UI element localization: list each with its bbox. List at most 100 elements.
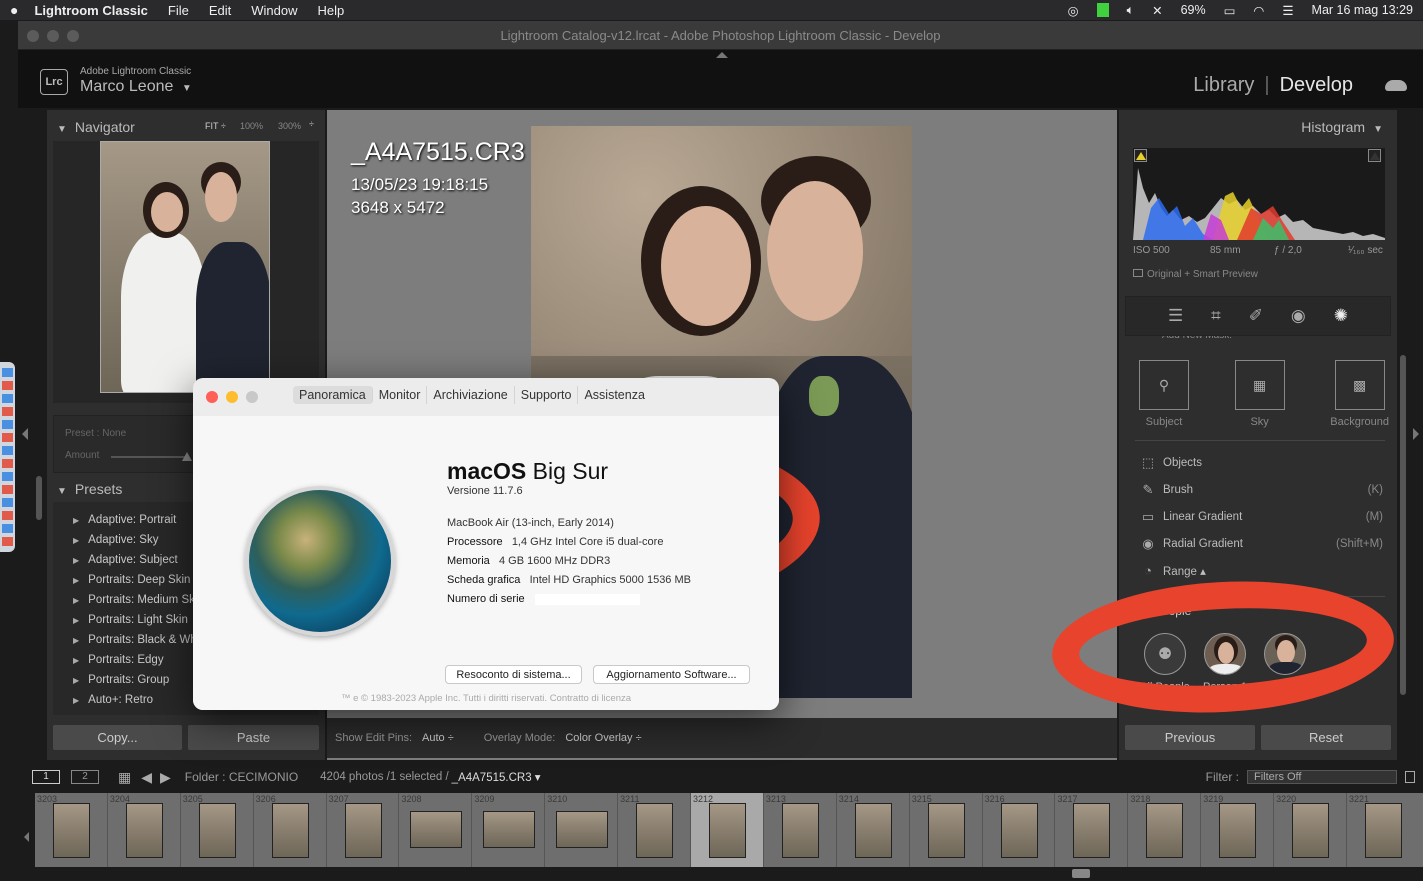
- paste-button[interactable]: Paste: [188, 725, 319, 750]
- volume-icon[interactable]: 🔈︎: [1127, 3, 1135, 18]
- filmstrip-cell[interactable]: 3220: [1274, 793, 1348, 867]
- filmstrip-cell[interactable]: 3218: [1128, 793, 1202, 867]
- histogram-header[interactable]: Histogram ▼: [1301, 119, 1383, 135]
- mask-objects[interactable]: ⬚ Objects: [1139, 449, 1383, 476]
- filmstrip-left-arrow[interactable]: [24, 832, 29, 842]
- filmstrip-cell[interactable]: 3211: [618, 793, 692, 867]
- zoom-fit[interactable]: FIT ÷: [205, 121, 226, 131]
- panel-collapse-top[interactable]: [716, 52, 728, 58]
- menu-file[interactable]: File: [168, 3, 189, 18]
- copy-button[interactable]: Copy...: [53, 725, 182, 750]
- right-scrollbar[interactable]: [1400, 355, 1406, 695]
- navigator-thumbnail[interactable]: [100, 141, 270, 393]
- menu-edit[interactable]: Edit: [209, 3, 231, 18]
- preset-item[interactable]: ▶ Adaptive: Subject: [73, 550, 193, 570]
- preset-item[interactable]: ▶ Portraits: Light Skin: [73, 610, 193, 630]
- filmstrip-cell-selected[interactable]: 3212: [691, 793, 764, 867]
- left-panel-toggle[interactable]: [22, 428, 28, 440]
- previous-button[interactable]: Previous: [1125, 725, 1255, 750]
- back-arrow-icon[interactable]: ◀: [141, 769, 152, 786]
- dialog-minimize-button[interactable]: [226, 391, 238, 403]
- clock[interactable]: Mar 16 mag 13:29: [1312, 3, 1413, 17]
- zoom-stepper-icon[interactable]: ÷: [309, 119, 314, 129]
- selected-file-menu[interactable]: _A4A7515.CR3 ▾: [452, 770, 541, 784]
- histogram-graph[interactable]: [1133, 148, 1385, 240]
- tab-supporto[interactable]: Supporto: [515, 386, 579, 404]
- overlay-mode-select[interactable]: Color Overlay ÷: [565, 732, 641, 744]
- mask-radial-gradient[interactable]: ◉ Radial Gradient (Shift+M): [1139, 530, 1383, 557]
- filmstrip-cell[interactable]: 3210: [545, 793, 619, 867]
- wifi-icon[interactable]: ◠: [1253, 3, 1264, 18]
- filmstrip-cell[interactable]: 3217: [1055, 793, 1129, 867]
- bluetooth-icon[interactable]: ✕: [1152, 3, 1162, 18]
- red-eye-icon[interactable]: ◉: [1291, 306, 1306, 326]
- mask-sky[interactable]: ▦ Sky: [1234, 360, 1285, 428]
- navigator-header[interactable]: ▼ Navigator: [57, 119, 135, 135]
- module-develop[interactable]: Develop: [1280, 74, 1353, 97]
- filter-select[interactable]: Filters Off: [1247, 770, 1397, 784]
- cloud-icon[interactable]: [1385, 80, 1407, 91]
- view-2-button[interactable]: 2: [71, 770, 99, 784]
- preset-item[interactable]: ▶ Portraits: Edgy: [73, 650, 193, 670]
- tab-panoramica[interactable]: Panoramica: [293, 386, 373, 404]
- preset-item[interactable]: ▶ Portraits: Black & Wh: [73, 630, 193, 650]
- software-update-button[interactable]: Aggiornamento Software...: [593, 665, 750, 684]
- mask-background[interactable]: ▩ Background: [1330, 360, 1389, 428]
- filmstrip-cell[interactable]: 3207: [326, 793, 400, 867]
- filter-lock-icon[interactable]: [1405, 771, 1415, 783]
- presets-header[interactable]: ▼ Presets: [57, 481, 122, 497]
- filmstrip-cell[interactable]: 3215: [909, 793, 983, 867]
- preset-item[interactable]: ▶ Auto+: Retro: [73, 690, 193, 710]
- menu-app[interactable]: Lightroom Classic: [34, 3, 147, 18]
- forward-arrow-icon[interactable]: ▶: [160, 769, 171, 786]
- tab-archiviazione[interactable]: Archiviazione: [427, 386, 515, 404]
- shadow-clipping-toggle[interactable]: [1134, 149, 1147, 162]
- zoom-100[interactable]: 100%: [240, 121, 263, 131]
- filmstrip-cell[interactable]: 3204: [107, 793, 181, 867]
- left-scrollbar[interactable]: [36, 476, 42, 520]
- mask-linear-gradient[interactable]: ▭ Linear Gradient (M): [1139, 503, 1383, 530]
- apple-icon[interactable]: ●: [10, 2, 18, 18]
- right-panel-toggle[interactable]: [1413, 428, 1419, 440]
- battery-icon[interactable]: ▭: [1224, 3, 1236, 18]
- crop-icon[interactable]: ⌗: [1211, 306, 1221, 326]
- masking-icon[interactable]: ✺: [1334, 306, 1348, 326]
- system-report-button[interactable]: Resoconto di sistema...: [445, 665, 582, 684]
- filmstrip-cell[interactable]: 3209: [472, 793, 546, 867]
- control-center-icon[interactable]: ☰: [1282, 3, 1293, 18]
- menu-window[interactable]: Window: [251, 3, 297, 18]
- preset-item[interactable]: ▶ Portraits: Group: [73, 670, 193, 690]
- highlight-clipping-toggle[interactable]: [1368, 149, 1381, 162]
- view-1-button[interactable]: 1: [32, 770, 60, 784]
- tab-monitor[interactable]: Monitor: [373, 386, 428, 404]
- dialog-close-button[interactable]: [206, 391, 218, 403]
- filmstrip-cell[interactable]: 3205: [180, 793, 254, 867]
- creative-cloud-icon[interactable]: ◎: [1068, 3, 1079, 18]
- filmstrip-cell[interactable]: 3203: [35, 793, 108, 867]
- dock-app-icons[interactable]: [2, 368, 13, 548]
- grid-view-icon[interactable]: ▦: [118, 769, 131, 786]
- folder-source[interactable]: Folder : CECIMONIO: [185, 770, 298, 784]
- filmstrip-cell[interactable]: 3221: [1347, 793, 1423, 867]
- menu-help[interactable]: Help: [318, 3, 345, 18]
- mask-range[interactable]: ◔ Range ▴: [1139, 557, 1383, 584]
- preset-item[interactable]: ▶ Adaptive: Portrait: [73, 510, 193, 530]
- zoom-300[interactable]: 300%: [278, 121, 301, 131]
- dialog-zoom-button[interactable]: [246, 391, 258, 403]
- filmstrip-cell[interactable]: 3213: [763, 793, 837, 867]
- preset-item[interactable]: ▶ Portraits: Deep Skin: [73, 570, 193, 590]
- module-library[interactable]: Library: [1193, 74, 1254, 97]
- tab-assistenza[interactable]: Assistenza: [578, 386, 650, 404]
- amount-slider[interactable]: [111, 452, 192, 461]
- healing-icon[interactable]: ✐: [1249, 306, 1263, 326]
- filmstrip-cell[interactable]: 3214: [836, 793, 910, 867]
- mask-subject[interactable]: ⚲ Subject: [1139, 360, 1189, 428]
- filmstrip-cell[interactable]: 3219: [1201, 793, 1275, 867]
- preset-item[interactable]: ▶ Adaptive: Sky: [73, 530, 193, 550]
- user-menu[interactable]: Marco Leone ▼: [80, 78, 192, 96]
- filmstrip-cell[interactable]: 3216: [982, 793, 1056, 867]
- amount-slider-thumb[interactable]: [182, 452, 192, 461]
- mask-brush[interactable]: ✎ Brush (K): [1139, 476, 1383, 503]
- filmstrip-scrollbar[interactable]: [1072, 869, 1090, 878]
- edit-pins-select[interactable]: Auto ÷: [422, 732, 454, 744]
